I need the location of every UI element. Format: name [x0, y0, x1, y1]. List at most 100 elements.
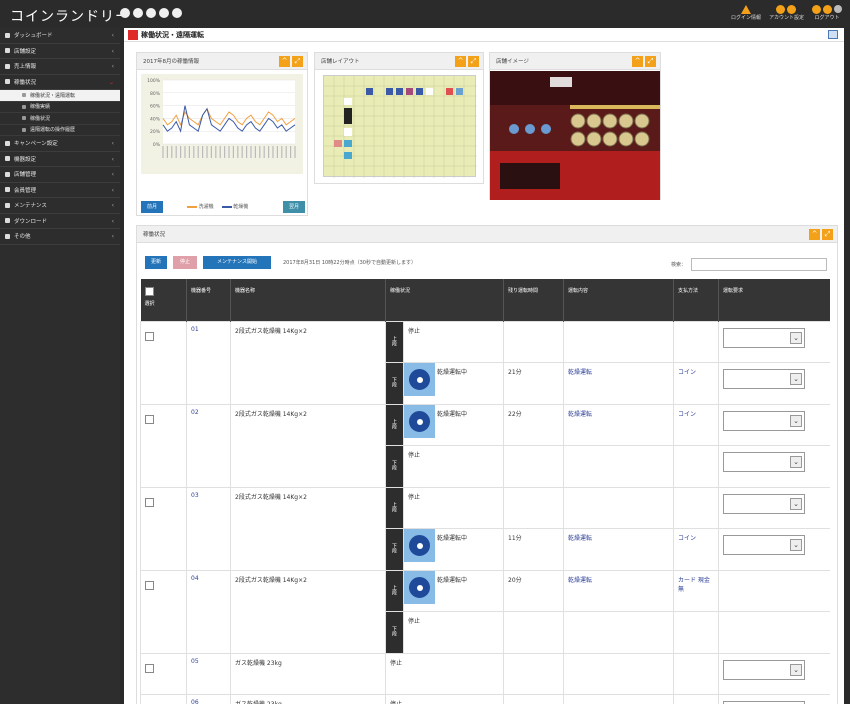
col-header-status: 稼働状況 [385, 279, 505, 321]
chevron-down-icon: ⌄ [790, 456, 803, 468]
layout-panel-header: 店舗レイアウト ^ ⤢ [315, 53, 483, 70]
store-layout-map [323, 75, 477, 178]
top-right-menu: ログイン情報 アカウント設定 ログアウト [731, 4, 842, 21]
col-header-name: 機器名称 [230, 279, 386, 321]
legend-dryer: 乾燥機 [221, 203, 248, 210]
chevron-down-icon: ⌄ [790, 373, 803, 385]
maintenance-start-button[interactable]: メンテナンス開始 [203, 256, 271, 269]
search-label: 検索： [671, 262, 687, 268]
sidebar-item-member[interactable]: 会員管理 ‹ [0, 183, 120, 198]
stop-button[interactable]: 停止 [173, 256, 197, 269]
select-all-header[interactable]: 選択 [140, 279, 187, 321]
expand-button[interactable]: ⤢ [468, 56, 479, 67]
row-checkbox[interactable] [145, 580, 154, 590]
account-settings-link[interactable]: アカウント設定 [769, 4, 804, 21]
col-header-no: 機器番号 [186, 279, 231, 321]
chevron-down-icon: ⌄ [790, 539, 803, 551]
user-icon [776, 4, 786, 14]
download-icon [5, 218, 10, 224]
run-request-select[interactable]: ⌄ [723, 659, 806, 680]
col-header-course: 運転内容 [563, 279, 675, 321]
campaign-icon [5, 140, 10, 146]
sidebar-item-sales[interactable]: 売上情報 ‹ [0, 59, 120, 75]
drum-icon [406, 532, 433, 559]
remote-icon [22, 93, 26, 98]
machine-icon [5, 156, 10, 162]
run-request-select[interactable]: ⌄ [723, 535, 806, 555]
brand-dots [120, 8, 182, 18]
log-icon [22, 127, 26, 132]
shop-icon [5, 171, 10, 177]
sidebar: ダッシュボード ‹ 店舗設定 ‹ 売上情報 ‹ 稼働状況 ⌄ 稼働状況・遠隔運転 稼働実… [0, 28, 120, 704]
sidebar-item-download[interactable]: ダウンロード ‹ [0, 214, 120, 229]
row-checkbox[interactable] [145, 497, 154, 507]
image-panel-header: 店舗イメージ ^ ⤢ [490, 53, 660, 70]
chevron-down-icon: ⌄ [790, 331, 803, 344]
sidebar-subitem-log[interactable]: 遠隔運転の操作履歴 [0, 125, 120, 136]
sidebar-item-store[interactable]: 店舗設定 ‹ [0, 44, 120, 59]
sidebar-subitem-status[interactable]: 稼働状況 [0, 113, 120, 125]
y-tick-label: 40% [150, 116, 161, 122]
search-input[interactable] [691, 258, 827, 271]
collapse-button[interactable]: ^ [279, 56, 290, 67]
operation-icon [5, 79, 10, 85]
sidebar-item-campaign[interactable]: キャンペーン設定 ‹ [0, 136, 120, 152]
status-icon [22, 116, 26, 121]
sidebar-item-other[interactable]: その他 ‹ [0, 229, 120, 245]
collapse-button[interactable]: ^ [809, 229, 820, 240]
col-header-remaining: 残り運転時間 [503, 279, 565, 321]
drum-icon [406, 573, 433, 601]
table-row: 05 ガス乾燥機 23kg 停止 ⌄ [140, 652, 830, 695]
collapse-button[interactable]: ^ [455, 56, 466, 67]
image-panel: 店舗イメージ ^ ⤢ [489, 52, 661, 200]
sidebar-subitem-history[interactable]: 稼働実績 [0, 102, 120, 113]
image-panel-title: 店舗イメージ [496, 59, 529, 65]
help-icon[interactable] [828, 30, 838, 39]
run-request-select[interactable]: ⌄ [723, 369, 806, 389]
other-icon [5, 233, 10, 239]
row-checkbox[interactable] [145, 663, 154, 673]
page-title: 稼働状況・遠隔運転 [141, 30, 204, 39]
machine-table: 選択 機器番号 機器名称 稼働状況 残り運転時間 運転内容 支払方法 運転要求 … [140, 279, 830, 704]
y-tick-label: 100% [147, 78, 161, 84]
sidebar-item-machine[interactable]: 機器設定 ‹ [0, 152, 120, 167]
row-checkbox[interactable] [145, 414, 154, 424]
col-header-payment: 支払方法 [673, 279, 720, 321]
chevron-down-icon: ⌄ [790, 663, 803, 676]
sidebar-item-operation[interactable]: 稼働状況 ⌄ [0, 75, 120, 90]
expand-button[interactable]: ⤢ [645, 56, 656, 67]
store-layout-svg [324, 76, 477, 178]
table-row: 01 2段式ガス乾燥機 14Kg×2 上段 停止 ⌄ [140, 320, 830, 405]
run-request-select[interactable]: ⌄ [723, 327, 806, 348]
y-tick-label: 20% [150, 129, 161, 135]
update-button[interactable]: 更新 [145, 256, 167, 269]
next-month-button[interactable]: 翌月 [283, 201, 305, 213]
sidebar-item-dashboard[interactable]: ダッシュボード ‹ [0, 28, 120, 44]
run-request-select[interactable]: ⌄ [723, 452, 806, 472]
dashboard-icon [5, 32, 10, 38]
sidebar-item-shop[interactable]: 店舗管理 ‹ [0, 167, 120, 183]
run-request-select[interactable]: ⌄ [723, 493, 806, 514]
main-content: 稼働状況・遠隔運転 2017年8月の稼働情報 ^ ⤢ 100% 80% 60% 40%… [124, 28, 844, 704]
prev-month-button[interactable]: 前月 [141, 201, 163, 213]
sidebar-item-maintenance[interactable]: メンテナンス ‹ [0, 198, 120, 214]
chevron-down-icon: ⌄ [790, 414, 803, 427]
drum-icon [406, 366, 433, 393]
sales-icon [5, 63, 10, 69]
expand-button[interactable]: ⤢ [292, 56, 303, 67]
table-header-row: 選択 機器番号 機器名称 稼働状況 残り運転時間 運転内容 支払方法 運転要求 [140, 279, 830, 321]
chart-icon [22, 104, 26, 109]
collapse-button[interactable]: ^ [632, 56, 643, 67]
chart-panel-title: 2017年8月の稼働情報 [143, 59, 199, 65]
expand-button[interactable]: ⤢ [822, 229, 833, 240]
status-panel-title: 稼働状況 [143, 232, 166, 238]
table-row: 02 2段式ガス乾燥機 14Kg×2 上段 乾燥運転中 22分 乾燥運転 コイン… [140, 403, 830, 488]
run-request-select[interactable]: ⌄ [723, 410, 806, 431]
account-info-link[interactable]: ログイン情報 [731, 4, 761, 21]
sidebar-subitem-remote[interactable]: 稼働状況・遠隔運転 [0, 90, 120, 102]
logout-link[interactable]: ログアウト [812, 4, 842, 21]
chart-panel: 2017年8月の稼働情報 ^ ⤢ 100% 80% 60% 40% 20% 0% 前月 洗… [136, 52, 308, 216]
col-header-request: 運転要求 [718, 279, 830, 321]
select-all-checkbox[interactable] [144, 287, 154, 296]
row-checkbox[interactable] [145, 331, 154, 341]
